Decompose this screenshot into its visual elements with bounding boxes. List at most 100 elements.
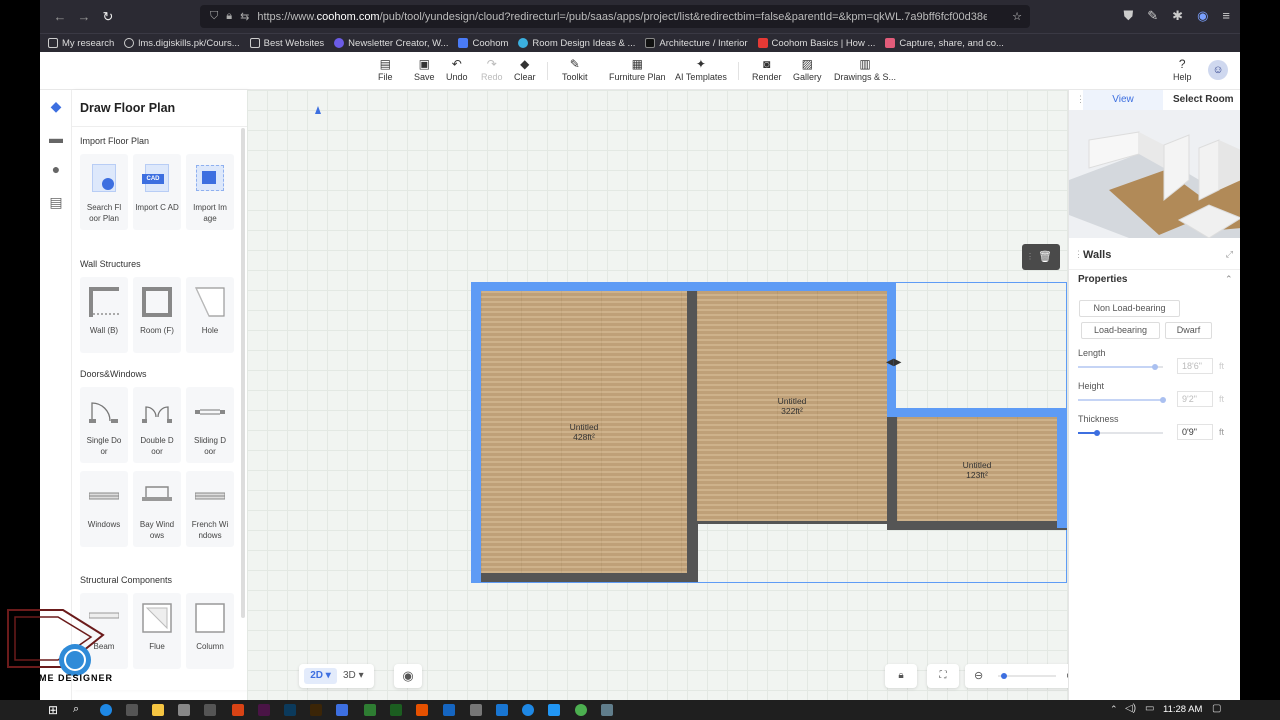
illustrator-icon[interactable] <box>310 704 322 716</box>
app-icon[interactable] <box>443 704 455 716</box>
room-tool-button[interactable]: Room (F) <box>133 277 181 353</box>
pocket-icon[interactable]: ⛊ <box>1123 8 1133 24</box>
edge-icon[interactable] <box>100 704 112 716</box>
bookmark-item[interactable]: Best Websites <box>249 38 324 49</box>
app-icon[interactable] <box>390 704 402 716</box>
column-button[interactable]: Column <box>186 593 234 669</box>
selected-wall-segment[interactable] <box>887 408 1067 417</box>
flue-button[interactable]: Flue <box>133 593 181 669</box>
windows-button[interactable]: Windows <box>80 471 128 547</box>
load-bearing-button[interactable]: Load-bearing <box>1081 322 1160 339</box>
selected-wall-segment[interactable] <box>694 282 894 291</box>
tools-icon[interactable]: ✎ <box>1147 8 1158 24</box>
reload-icon[interactable]: ↻ <box>96 9 120 25</box>
bookmark-item[interactable]: lms.digiskills.pk/Cours... <box>124 38 240 49</box>
bookmark-item[interactable]: Newsletter Creator, W... <box>334 38 448 49</box>
render-button[interactable]: ◙ Render <box>752 57 782 82</box>
forward-icon[interactable]: → <box>72 9 96 24</box>
room-label[interactable]: Untitled 322ft² <box>762 396 822 416</box>
slider-knob[interactable] <box>1151 364 1158 370</box>
app-icon[interactable] <box>601 704 613 716</box>
import-image-button[interactable]: Import Im age <box>186 154 234 230</box>
bookmark-item[interactable]: Architecture / Interior <box>645 38 748 49</box>
skype-icon[interactable] <box>522 704 534 716</box>
selected-wall-segment[interactable] <box>887 282 896 412</box>
room-label[interactable]: Untitled 428ft² <box>554 422 614 442</box>
zoom-out-icon[interactable]: ⊖ <box>974 669 983 682</box>
app-icon[interactable] <box>204 704 216 716</box>
height-slider[interactable] <box>1078 397 1166 403</box>
tab-select-room[interactable]: Select Room <box>1173 90 1234 110</box>
save-button[interactable]: ▣ Save <box>414 57 435 82</box>
fit-screen-icon[interactable]: ⛶ <box>927 664 959 688</box>
brave-icon[interactable] <box>416 704 428 716</box>
back-icon[interactable]: ← <box>48 9 72 24</box>
app-icon[interactable] <box>470 704 482 716</box>
thickness-slider[interactable] <box>1078 430 1163 436</box>
visibility-eye-icon[interactable]: ◉ <box>394 664 422 688</box>
selected-wall-segment[interactable] <box>471 282 698 291</box>
furniture-catalog-icon[interactable]: ▬ <box>48 130 64 146</box>
bookmark-item[interactable]: Coohom Basics | How ... <box>757 38 875 49</box>
photoshop-icon[interactable] <box>284 704 296 716</box>
gallery-button[interactable]: ▨ Gallery <box>793 57 822 82</box>
selected-wall-segment[interactable] <box>1057 408 1067 528</box>
bookmark-item[interactable]: Capture, share, and co... <box>885 38 1004 49</box>
app-icon[interactable] <box>548 704 560 716</box>
wall-tool-button[interactable]: Wall (B) <box>80 277 128 353</box>
file-explorer-icon[interactable] <box>152 704 164 716</box>
dwarf-button[interactable]: Dwarf <box>1165 322 1212 339</box>
search-icon[interactable]: ⌕ <box>73 703 79 716</box>
room-label[interactable]: Untitled 123ft² <box>947 460 1007 480</box>
drawings-button[interactable]: ▥ Drawings & S... <box>834 57 896 82</box>
windows-start-icon[interactable]: ⊞ <box>48 703 58 717</box>
extensions-icon[interactable]: ✱ <box>1172 8 1183 24</box>
undo-button[interactable]: ↶ Undo <box>446 57 468 82</box>
resize-arrows-icon[interactable]: ◀▶ <box>886 357 901 368</box>
ai-templates-button[interactable]: ✦ AI Templates <box>675 57 727 82</box>
bookmark-star-icon[interactable]: ☆ <box>1012 10 1022 23</box>
collapse-chevron-icon[interactable]: ⌃ <box>1225 274 1233 285</box>
selected-wall-segment[interactable] <box>471 282 481 582</box>
cabinet-icon[interactable]: ▤ <box>48 194 64 210</box>
import-cad-button[interactable]: CAD Import C AD <box>133 154 181 230</box>
expand-icon[interactable]: ⤢ <box>1226 249 1233 260</box>
vscode-icon[interactable] <box>496 704 508 716</box>
bookmark-item[interactable]: My research <box>48 38 114 49</box>
user-library-icon[interactable]: ● <box>48 161 64 177</box>
tray-chevron-icon[interactable]: ⌃ <box>1110 704 1118 715</box>
single-door-button[interactable]: Single Do or <box>80 387 128 463</box>
toolkit-button[interactable]: ✎ Toolkit <box>562 57 588 82</box>
slider-knob[interactable] <box>1093 430 1100 436</box>
app-icon[interactable] <box>336 704 348 716</box>
app-icon[interactable] <box>126 704 138 716</box>
double-door-button[interactable]: Double D oor <box>133 387 181 463</box>
network-icon[interactable]: ▭ <box>1145 703 1154 714</box>
bay-window-button[interactable]: Bay Wind ows <box>133 471 181 547</box>
account-icon[interactable]: ◉ <box>1197 8 1208 24</box>
furniture-plan-button[interactable]: ▦ Furniture Plan <box>609 57 666 82</box>
bookmark-item[interactable]: Room Design Ideas & ... <box>518 38 635 49</box>
chrome-icon[interactable] <box>575 704 587 716</box>
notifications-icon[interactable]: ▢ <box>1212 703 1221 714</box>
non-load-bearing-button[interactable]: Non Load-bearing <box>1079 300 1180 317</box>
french-window-button[interactable]: French Wi ndows <box>186 471 234 547</box>
redo-button[interactable]: ↷ Redo <box>481 57 503 82</box>
menu-icon[interactable]: ≡ <box>1222 8 1230 24</box>
address-bar[interactable]: ⛉ 🔒︎ ⇆ https://www.coohom.com/pub/tool/y… <box>200 5 1030 28</box>
acrobat-icon[interactable] <box>232 704 244 716</box>
volume-icon[interactable]: ◁) <box>1125 703 1136 714</box>
floorplan-layers-icon[interactable]: ◆ <box>48 98 64 114</box>
app-icon[interactable] <box>364 704 376 716</box>
height-input[interactable]: 9'2" <box>1177 391 1213 407</box>
sliding-door-button[interactable]: Sliding D oor <box>186 387 234 463</box>
mode-3d-button[interactable]: 3D ▾ <box>343 668 364 684</box>
mode-2d-button[interactable]: 2D ▾ <box>304 668 337 684</box>
delete-wall-button[interactable]: ⋮ 🗑︎ <box>1022 244 1060 270</box>
tab-view[interactable]: View <box>1083 90 1163 110</box>
hole-tool-button[interactable]: Hole <box>186 277 234 353</box>
xd-icon[interactable] <box>258 704 270 716</box>
3d-preview[interactable] <box>1069 110 1240 238</box>
help-button[interactable]: ? Help <box>1173 57 1192 82</box>
lock-icon[interactable]: 🔒︎ <box>885 664 917 688</box>
